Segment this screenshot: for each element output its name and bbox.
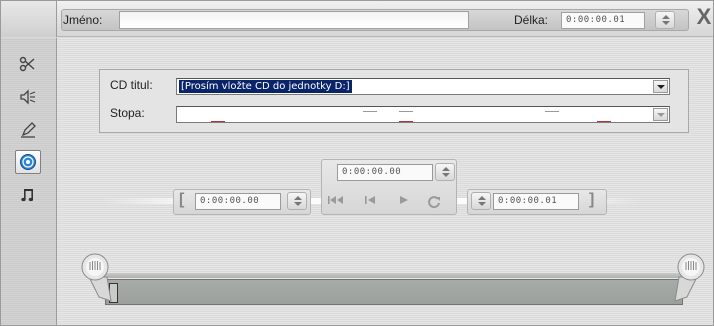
track-marker [597,121,611,122]
cd-icon [20,154,36,170]
chevron-up-icon [294,196,302,200]
track-marker [545,111,559,112]
track-marker [211,121,225,122]
chevron-down-icon [294,202,302,206]
previous-frame-button[interactable] [361,194,379,210]
sidebar-item-music[interactable] [15,183,41,207]
cd-info-panel: CD titul: [Prosím vložte CD do jednotky … [99,69,689,133]
chevron-up-icon [478,196,486,200]
name-input[interactable] [119,11,469,29]
step-back-icon [365,196,375,204]
track-marker [363,111,377,112]
chevron-down-icon [662,21,670,25]
track-marker [399,121,413,122]
sidebar-item-cd-audio[interactable] [15,150,41,174]
sidebar [1,38,57,325]
scissors-icon [19,56,35,72]
track-dropdown[interactable] [176,106,670,123]
top-left-cap [1,1,57,37]
play-icon [400,196,408,204]
mark-in-field[interactable]: 0:00:00.00 [195,193,281,210]
mark-out-field[interactable]: 0:00:00.01 [493,193,579,210]
cd-title-label: CD titul: [110,78,153,92]
mark-out-spinner[interactable] [471,192,491,210]
loop-button[interactable] [425,194,443,210]
sidebar-item-audio[interactable] [15,85,41,109]
mark-in-handle[interactable] [79,251,123,307]
length-spinner[interactable] [655,11,675,29]
sidebar-item-video-tools[interactable] [15,52,41,76]
cd-audio-window: Jméno: Délka: 0:00:00.01 X CD titul: [Pr… [0,0,714,326]
current-time-spinner[interactable] [435,163,455,181]
close-button[interactable]: X [695,5,713,31]
music-note-icon [21,189,34,202]
loop-icon [428,196,440,209]
mark-in-spinner[interactable] [287,192,307,210]
chevron-down-icon [442,173,450,177]
name-label: Jméno: [63,13,103,27]
length-field[interactable]: 0:00:00.01 [561,12,645,29]
mark-in-bracket[interactable]: [ [179,191,184,209]
cd-title-dropdown[interactable]: [Prosím vložte CD do jednotky D:] [176,78,670,95]
scrubber-top-edge [101,273,685,278]
track-label: Stopa: [110,106,145,120]
top-bar: Jméno: Délka: 0:00:00.01 X [1,1,713,37]
scrubber-track[interactable] [105,279,683,305]
go-to-start-button[interactable] [327,194,345,210]
mark-out-bracket[interactable]: ] [589,191,594,209]
chevron-down-icon[interactable] [653,80,668,93]
sidebar-item-title-editor[interactable] [15,118,41,142]
chevron-down-icon[interactable] [653,108,668,121]
pen-icon [21,122,36,138]
length-label: Délka: [514,13,549,27]
mark-out-handle[interactable] [663,251,707,307]
chevron-up-icon [662,15,670,19]
cd-title-value: [Prosím vložte CD do jednotky D:] [179,80,352,93]
play-button[interactable] [395,194,413,210]
speaker-icon [20,89,36,105]
skip-start-icon [328,196,343,204]
current-time-field[interactable]: 0:00:00.00 [337,164,433,181]
chevron-up-icon [442,167,450,171]
chevron-down-icon [478,202,486,206]
track-marker [399,111,413,112]
